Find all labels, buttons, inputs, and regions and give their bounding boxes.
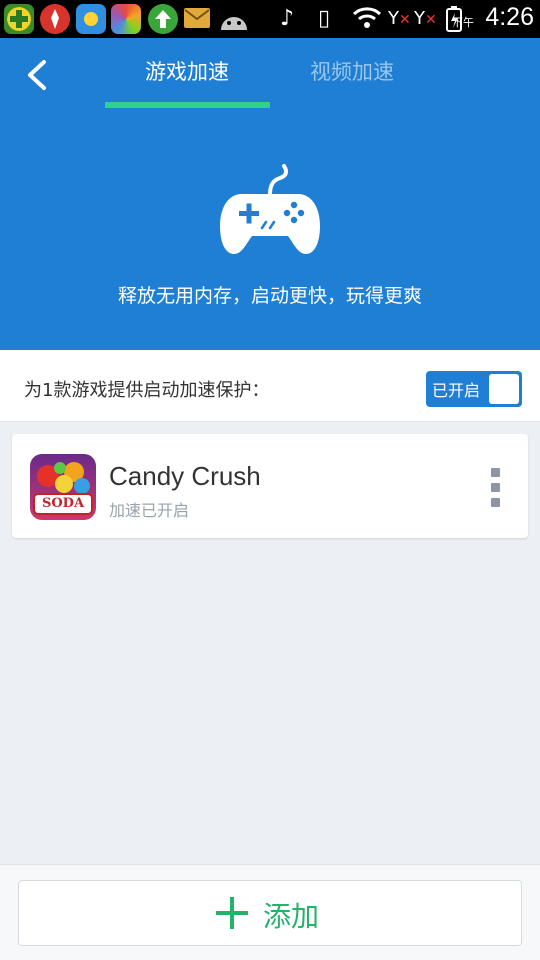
game-status: 加速已开启 bbox=[109, 501, 190, 520]
toggle-label: 已开启 bbox=[432, 381, 481, 400]
soda-logo-text: SODA bbox=[41, 496, 85, 511]
mail-icon bbox=[184, 8, 210, 28]
toggle-knob bbox=[489, 374, 519, 404]
header: 游戏加速 视频加速 释放无用内存，启动更快，玩得更爽 bbox=[0, 38, 540, 350]
android-icon bbox=[218, 6, 250, 32]
chevron-left-icon bbox=[28, 60, 46, 90]
game-name: Candy Crush bbox=[109, 461, 261, 491]
signal-sim2-icon: Y✕ bbox=[414, 8, 437, 29]
plus-app-icon bbox=[4, 4, 34, 34]
active-tab-indicator bbox=[105, 102, 270, 108]
mute-icon: ♪ bbox=[280, 6, 295, 31]
upload-app-icon bbox=[148, 4, 178, 34]
status-bar: ♪ ▯ Y✕ Y✕ 下午 4:26 bbox=[0, 0, 540, 38]
ampm-label: 下午 bbox=[452, 16, 474, 29]
weather-app-icon bbox=[76, 4, 106, 34]
add-button[interactable]: 添加 bbox=[18, 880, 522, 946]
gamepad-icon bbox=[220, 164, 320, 254]
plus-icon bbox=[216, 897, 248, 929]
candy-crush-app-icon: SODA bbox=[30, 454, 96, 520]
wifi-icon bbox=[352, 6, 382, 38]
back-button[interactable] bbox=[22, 58, 52, 92]
vibrate-icon: ▯ bbox=[318, 6, 331, 31]
add-label: 添加 bbox=[263, 900, 320, 933]
game-list-item[interactable]: SODA Candy Crush 加速已开启 bbox=[12, 434, 528, 538]
colorful-app-icon bbox=[111, 4, 141, 34]
tab-game-boost[interactable]: 游戏加速 bbox=[145, 56, 229, 86]
more-options-icon[interactable] bbox=[484, 466, 508, 510]
header-slogan: 释放无用内存，启动更快，玩得更爽 bbox=[117, 285, 422, 307]
clock: 4:26 bbox=[485, 3, 534, 31]
protection-row: 为1款游戏提供启动加速保护： 已开启 bbox=[0, 350, 540, 422]
tool-app-icon bbox=[40, 4, 70, 34]
signal-sim1-icon: Y✕ bbox=[388, 8, 411, 29]
tab-video-boost[interactable]: 视频加速 bbox=[310, 56, 394, 86]
bottom-bar: 添加 bbox=[0, 864, 540, 960]
protection-toggle[interactable]: 已开启 bbox=[426, 371, 522, 407]
protection-text: 为1款游戏提供启动加速保护： bbox=[24, 380, 270, 401]
